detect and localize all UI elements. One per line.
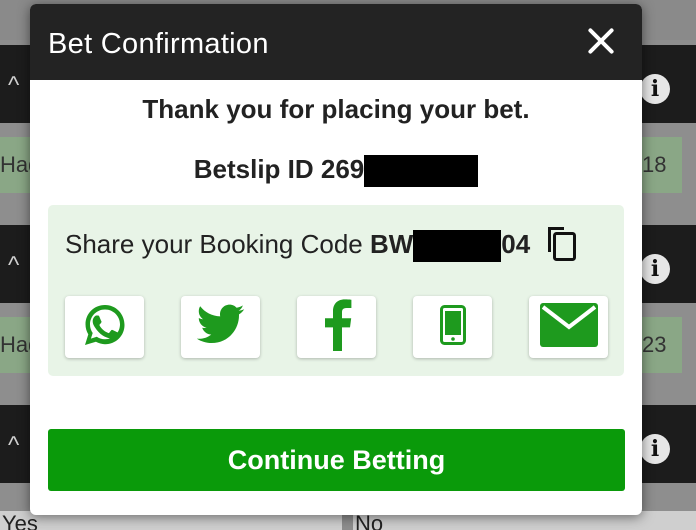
bg-row-odds-text: 23 <box>642 332 667 357</box>
booking-code-end: 04 <box>501 229 531 259</box>
search-icon <box>0 0 28 20</box>
close-button[interactable] <box>586 26 616 56</box>
confirmation-message: Thank you for placing your bet. <box>142 94 530 124</box>
facebook-icon <box>322 298 352 356</box>
bg-row-label-text: Had <box>0 332 30 357</box>
chevron-up-icon: ^ <box>8 252 20 279</box>
continue-betting-button[interactable]: Continue Betting <box>48 429 625 491</box>
sms-share-button[interactable] <box>413 296 492 358</box>
booking-code-label: Share your Booking Code <box>65 229 370 259</box>
info-icon: i <box>640 434 670 464</box>
facebook-share-button[interactable] <box>297 296 376 358</box>
copy-icon[interactable] <box>544 225 578 263</box>
share-booking-code-panel: Share your Booking Code BW 04 <box>48 205 624 376</box>
info-icon: i <box>640 254 670 284</box>
email-share-button[interactable] <box>529 296 608 358</box>
booking-code-start: BW <box>369 229 414 259</box>
twitter-icon <box>196 304 245 351</box>
chevron-up-icon: ^ <box>8 432 20 459</box>
betslip-id: Betslip ID 269 <box>30 154 642 188</box>
email-icon <box>539 302 598 352</box>
betslip-id-text: Betslip ID 269 <box>193 154 365 184</box>
twitter-share-button[interactable] <box>181 296 260 358</box>
phone-icon <box>439 304 466 350</box>
modal-title: Bet Confirmation <box>48 28 269 60</box>
bg-row-label: Had <box>0 317 30 373</box>
chevron-up-icon: ^ <box>8 72 20 99</box>
redacted-block <box>364 155 479 188</box>
bg-row-odds: 18 <box>642 137 682 193</box>
whatsapp-share-button[interactable] <box>65 296 144 358</box>
whatsapp-icon <box>81 301 129 354</box>
bg-row-label: Had <box>0 137 30 193</box>
booking-code-line: Share your Booking Code BW 04 <box>65 229 531 263</box>
redacted-block <box>413 230 502 263</box>
info-icon: i <box>640 74 670 104</box>
bg-row-label-text: Had <box>0 152 30 177</box>
bg-row-odds-text: 18 <box>642 152 667 177</box>
modal-header: Bet Confirmation <box>30 4 642 80</box>
bet-confirmation-modal: Bet Confirmation Thank you for placing y… <box>30 4 642 515</box>
bg-row-odds: 23 <box>642 317 682 373</box>
